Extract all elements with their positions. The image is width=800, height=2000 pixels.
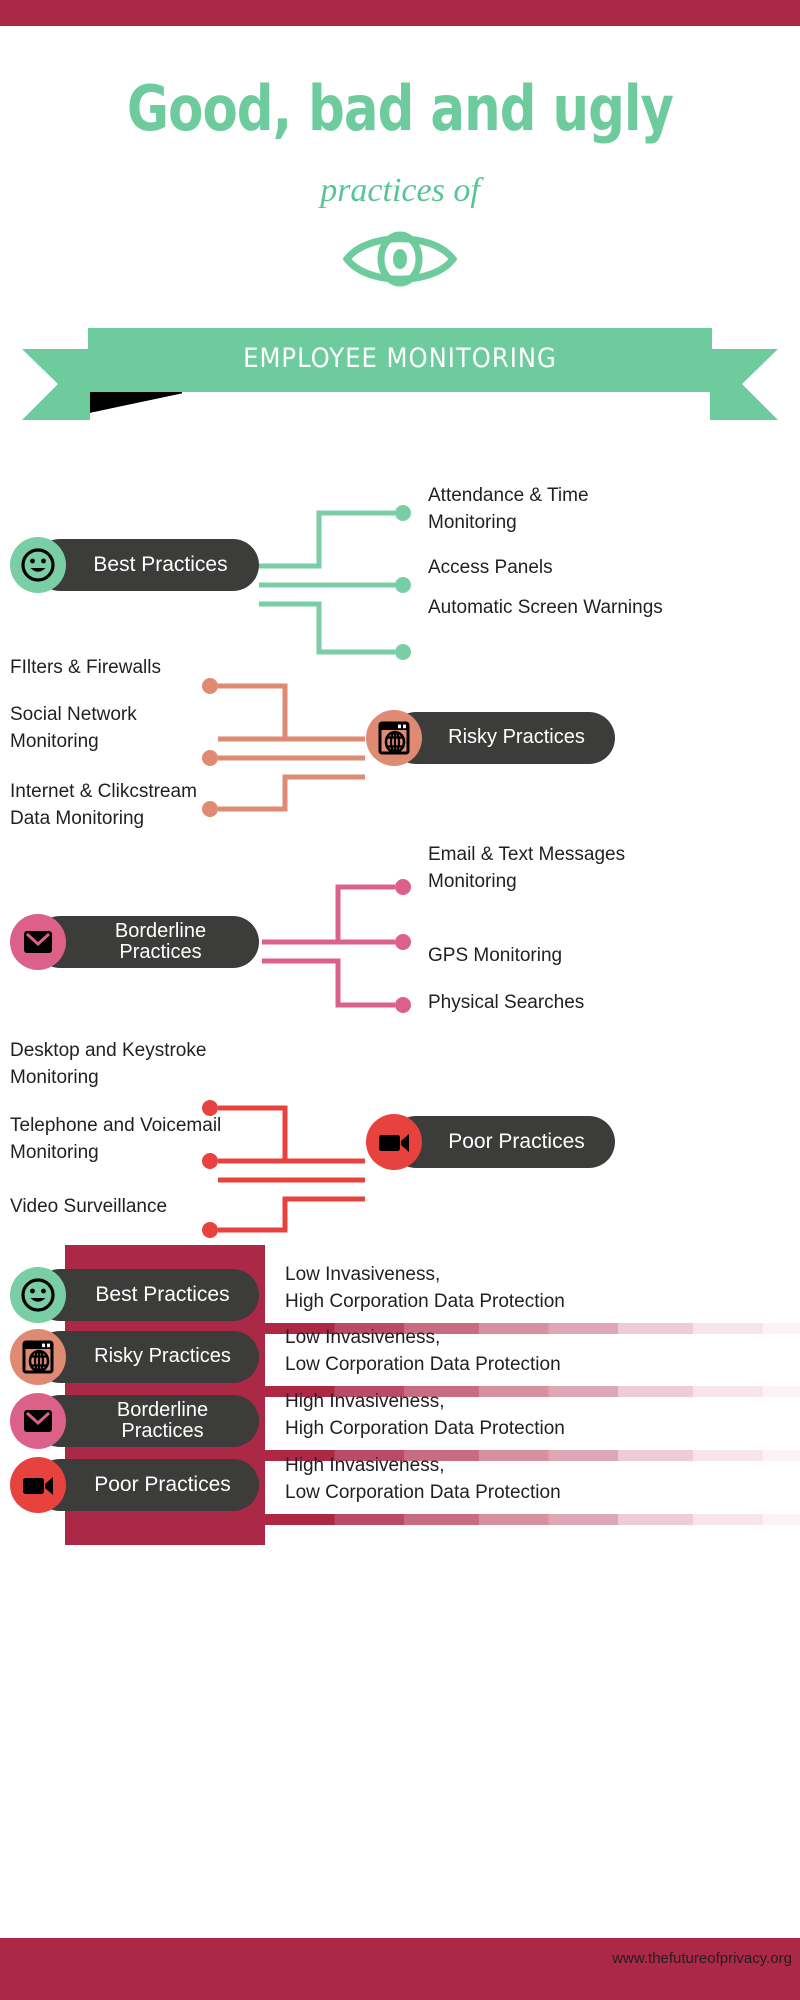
summary-desc-line2: High Corporation Data Protection <box>285 1418 565 1439</box>
pill-label: Poor Practices <box>448 1129 585 1153</box>
summary-pill-best[interactable]: Best Practices <box>34 1269 259 1321</box>
pill-poor-practices[interactable]: Poor Practices <box>390 1116 615 1168</box>
envelope-icon <box>10 1393 66 1449</box>
summary-desc-line1: Low Invasiveness, <box>285 1327 441 1348</box>
footer-url[interactable]: www.thefutureofprivacy.org <box>372 1950 792 1967</box>
pill-borderline-practices[interactable]: Borderline Practices <box>34 916 259 968</box>
pill-label: Best Practices <box>93 552 228 576</box>
node-label: Social Network Monitoring <box>10 704 137 752</box>
smiley-face-icon <box>10 537 66 593</box>
pill-risky-practices[interactable]: Risky Practices <box>390 712 615 764</box>
node-label: Email & Text Messages Monitoring <box>428 844 626 892</box>
footer-brand-bar <box>0 1938 800 2000</box>
video-camera-icon <box>10 1457 66 1513</box>
ribbon-banner: EMPLOYEE MONITORING <box>0 320 800 503</box>
envelope-icon <box>10 914 66 970</box>
browser-globe-icon <box>366 710 422 766</box>
node-label: Automatic Screen Warnings <box>428 597 663 618</box>
top-brand-bar <box>0 0 800 26</box>
summary-pill-risky[interactable]: Risky Practices <box>34 1331 259 1383</box>
node-label: Video Surveillance <box>10 1196 168 1217</box>
page-title: Good, bad and ugly <box>126 72 674 145</box>
pill-best-practices[interactable]: Best Practices <box>34 539 259 591</box>
summary-divider <box>265 1514 800 1525</box>
eye-icon <box>0 228 800 295</box>
ribbon-label: EMPLOYEE MONITORING <box>243 343 557 374</box>
node-label: Desktop and Keystroke Monitoring <box>10 1040 207 1088</box>
node-label: GPS Monitoring <box>428 945 563 966</box>
summary-pill-label: Risky Practices <box>94 1345 231 1368</box>
video-camera-icon <box>366 1114 422 1170</box>
summary-desc-line1: High Invasiveness, <box>285 1391 445 1412</box>
smiley-face-icon <box>10 1267 66 1323</box>
summary-desc-line2: Low Corporation Data Protection <box>285 1354 561 1375</box>
summary-pill-borderline[interactable]: Borderline Practices <box>34 1395 259 1447</box>
node-label: Internet & Clikcstream Data Monitoring <box>10 781 197 829</box>
summary-desc-line1: Low Invasiveness, <box>285 1264 441 1285</box>
summary-desc-line2: High Corporation Data Protection <box>285 1291 565 1312</box>
pill-label: Risky Practices <box>448 726 585 749</box>
pill-label: Borderline Practices <box>114 919 207 963</box>
node-label: Physical Searches <box>428 992 585 1013</box>
summary-pill-poor[interactable]: Poor Practices <box>34 1459 259 1511</box>
node-label: Attendance & Time Monitoring <box>428 485 589 533</box>
summary-pill-label: Borderline Practices <box>116 1398 209 1442</box>
summary-pill-label: Best Practices <box>95 1282 230 1306</box>
summary-desc-line2: Low Corporation Data Protection <box>285 1482 561 1503</box>
summary-desc-line1: High Invasiveness, <box>285 1455 445 1476</box>
page-subtitle: practices of <box>320 172 480 209</box>
node-label: FIlters & Firewalls <box>10 657 161 678</box>
summary-pill-label: Poor Practices <box>94 1472 231 1496</box>
node-label: Access Panels <box>428 557 553 578</box>
node-label: Telephone and Voicemail Monitoring <box>10 1115 222 1163</box>
browser-globe-icon <box>10 1329 66 1385</box>
